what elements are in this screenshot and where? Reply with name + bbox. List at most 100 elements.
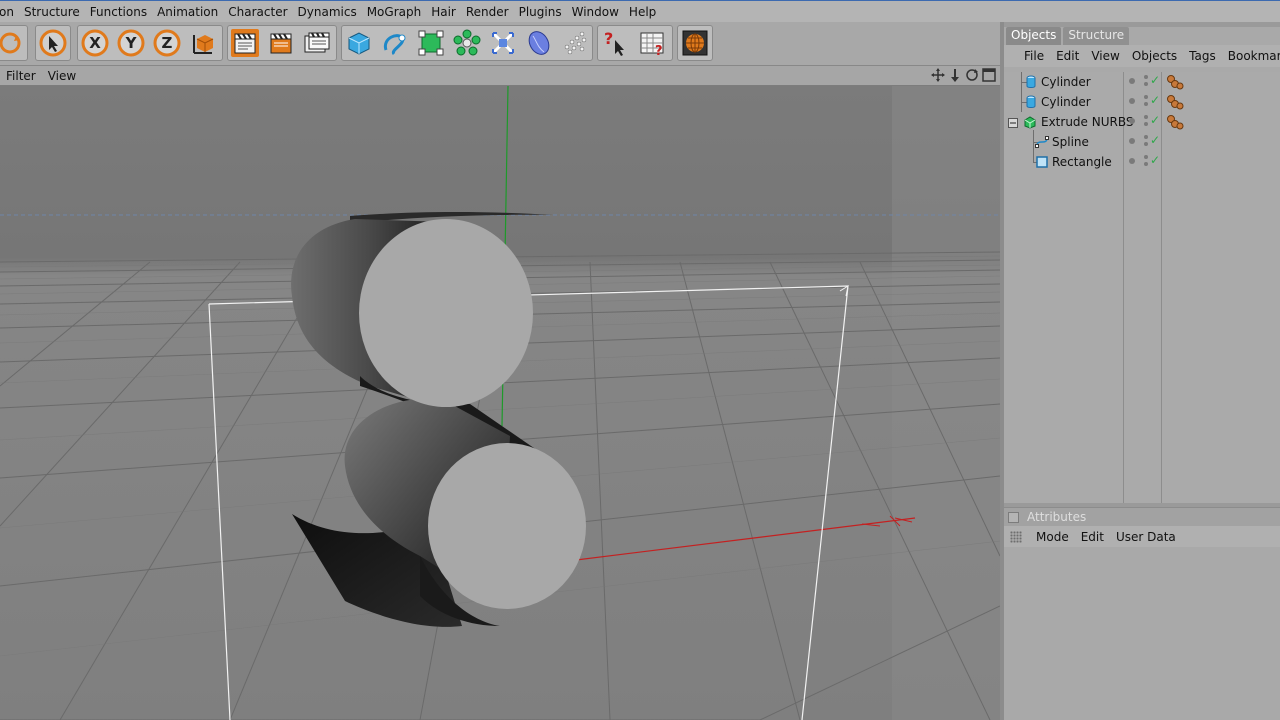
menu-item-edition[interactable]: on [0, 2, 22, 22]
undo-redo-icon[interactable] [0, 28, 28, 58]
object-row-extrude-nurbs[interactable]: Extrude NURBS ✓ [1004, 112, 1280, 132]
visibility-dot[interactable] [1129, 98, 1135, 104]
main-menubar: on Structure Functions Animation Charact… [0, 0, 1280, 22]
cylinder-icon [1024, 95, 1038, 109]
tab-objects[interactable]: Objects [1006, 27, 1062, 45]
enabled-check-icon[interactable]: ✓ [1150, 133, 1160, 147]
objects-menu-view[interactable]: View [1085, 49, 1125, 63]
editor-visibility-dot[interactable] [1144, 135, 1148, 139]
move-view-icon[interactable] [931, 68, 945, 82]
render-visibility-dot[interactable] [1144, 102, 1148, 106]
attributes-menu-user-data[interactable]: User Data [1110, 530, 1182, 544]
objects-menu-edit[interactable]: Edit [1050, 49, 1085, 63]
menu-item-dynamics[interactable]: Dynamics [298, 2, 365, 22]
panel-grip-icon[interactable] [1010, 530, 1022, 543]
object-row-rectangle[interactable]: Rectangle ✓ [1004, 152, 1280, 172]
material-tag-icon[interactable] [1166, 94, 1184, 110]
menu-item-functions[interactable]: Functions [90, 2, 155, 22]
cylinder-icon [1024, 75, 1038, 89]
help-pointer-icon[interactable]: ? [600, 28, 630, 58]
attributes-menu-edit[interactable]: Edit [1075, 530, 1110, 544]
object-name: Rectangle [1052, 155, 1112, 169]
menu-item-window[interactable]: Window [572, 2, 627, 22]
rotate-view-icon[interactable] [965, 68, 979, 82]
spline-icon [1035, 135, 1049, 149]
live-selection-icon[interactable] [38, 28, 68, 58]
object-name: Extrude NURBS [1041, 115, 1134, 129]
add-scene-icon[interactable] [524, 28, 554, 58]
menu-item-mograph[interactable]: MoGraph [367, 2, 430, 22]
menu-item-structure[interactable]: Structure [24, 2, 88, 22]
perspective-viewport[interactable] [0, 86, 1000, 720]
enabled-check-icon[interactable]: ✓ [1150, 113, 1160, 127]
render-settings-icon[interactable] [302, 28, 332, 58]
svg-text:?: ? [655, 44, 663, 58]
tab-structure[interactable]: Structure [1063, 27, 1130, 45]
object-row-spline[interactable]: Spline ✓ [1004, 132, 1280, 152]
attribute-manager: Attributes Mode Edit User Data [1004, 507, 1280, 720]
z-axis-lock-icon[interactable]: Z [152, 28, 182, 58]
editor-visibility-dot[interactable] [1144, 155, 1148, 159]
object-row-cylinder-2[interactable]: Cylinder ✓ [1004, 92, 1280, 112]
timeline-help-icon[interactable]: ? [638, 28, 668, 58]
svg-text:Y: Y [125, 34, 138, 52]
visibility-dot[interactable] [1129, 78, 1135, 84]
collapse-toggle-icon[interactable] [1008, 117, 1018, 128]
render-picture-viewer-icon[interactable] [266, 28, 296, 58]
viewport-menu-filter[interactable]: Filter [0, 69, 42, 83]
x-axis-lock-icon[interactable]: X [80, 28, 110, 58]
attributes-menu-mode[interactable]: Mode [1030, 530, 1075, 544]
panel-lock-icon[interactable] [1008, 511, 1019, 523]
content-browser-icon[interactable] [680, 28, 710, 58]
maximize-view-icon[interactable] [982, 68, 996, 82]
render-visibility-dot[interactable] [1144, 122, 1148, 126]
material-tag-icon[interactable] [1166, 114, 1184, 130]
editor-visibility-dot[interactable] [1144, 115, 1148, 119]
zoom-view-icon[interactable] [948, 68, 962, 82]
object-name: Spline [1052, 135, 1089, 149]
object-manager: Objects Structure File Edit View Objects… [1004, 27, 1280, 503]
visibility-dot[interactable] [1129, 158, 1135, 164]
add-array-icon[interactable] [452, 28, 482, 58]
upper-cylinder-cap [359, 219, 533, 407]
coordinate-system-icon[interactable] [188, 27, 218, 57]
object-name: Cylinder [1041, 75, 1091, 89]
object-manager-menubar: File Edit View Objects Tags Bookmarks [1004, 45, 1280, 67]
editor-visibility-dot[interactable] [1144, 75, 1148, 79]
menu-item-animation[interactable]: Animation [157, 2, 226, 22]
viewport-nav-controls [931, 68, 996, 82]
objects-menu-file[interactable]: File [1018, 49, 1050, 63]
add-nurbs-icon[interactable] [416, 28, 446, 58]
material-tag-icon[interactable] [1166, 74, 1184, 90]
render-view-icon[interactable] [230, 28, 260, 58]
menu-item-help[interactable]: Help [629, 2, 664, 22]
menu-item-hair[interactable]: Hair [431, 2, 464, 22]
add-spline-icon[interactable] [380, 28, 410, 58]
render-visibility-dot[interactable] [1144, 82, 1148, 86]
render-visibility-dot[interactable] [1144, 142, 1148, 146]
render-visibility-dot[interactable] [1144, 162, 1148, 166]
y-axis-lock-icon[interactable]: Y [116, 28, 146, 58]
svg-text:?: ? [604, 29, 613, 48]
menu-item-render[interactable]: Render [466, 2, 517, 22]
object-row-cylinder-1[interactable]: Cylinder ✓ [1004, 72, 1280, 92]
objects-menu-tags[interactable]: Tags [1183, 49, 1222, 63]
objects-menu-bookmarks[interactable]: Bookmarks [1222, 49, 1280, 63]
attribute-manager-title: Attributes [1004, 508, 1280, 526]
objects-menu-objects[interactable]: Objects [1126, 49, 1183, 63]
editor-visibility-dot[interactable] [1144, 95, 1148, 99]
enabled-check-icon[interactable]: ✓ [1150, 153, 1160, 167]
enabled-check-icon[interactable]: ✓ [1150, 93, 1160, 107]
object-manager-tabs: Objects Structure [1004, 27, 1280, 45]
visibility-dot[interactable] [1129, 138, 1135, 144]
add-particles-icon[interactable] [560, 28, 590, 58]
menu-item-character[interactable]: Character [228, 2, 295, 22]
viewport-menu-view[interactable]: View [42, 69, 82, 83]
menu-item-plugins[interactable]: Plugins [519, 2, 570, 22]
visibility-dot[interactable] [1129, 118, 1135, 124]
attribute-manager-menubar: Mode Edit User Data [1004, 526, 1280, 547]
add-deformer-icon[interactable] [488, 28, 518, 58]
add-cube-icon[interactable] [344, 28, 374, 58]
enabled-check-icon[interactable]: ✓ [1150, 73, 1160, 87]
main-toolbar: X Y Z ? ? [0, 22, 1003, 66]
